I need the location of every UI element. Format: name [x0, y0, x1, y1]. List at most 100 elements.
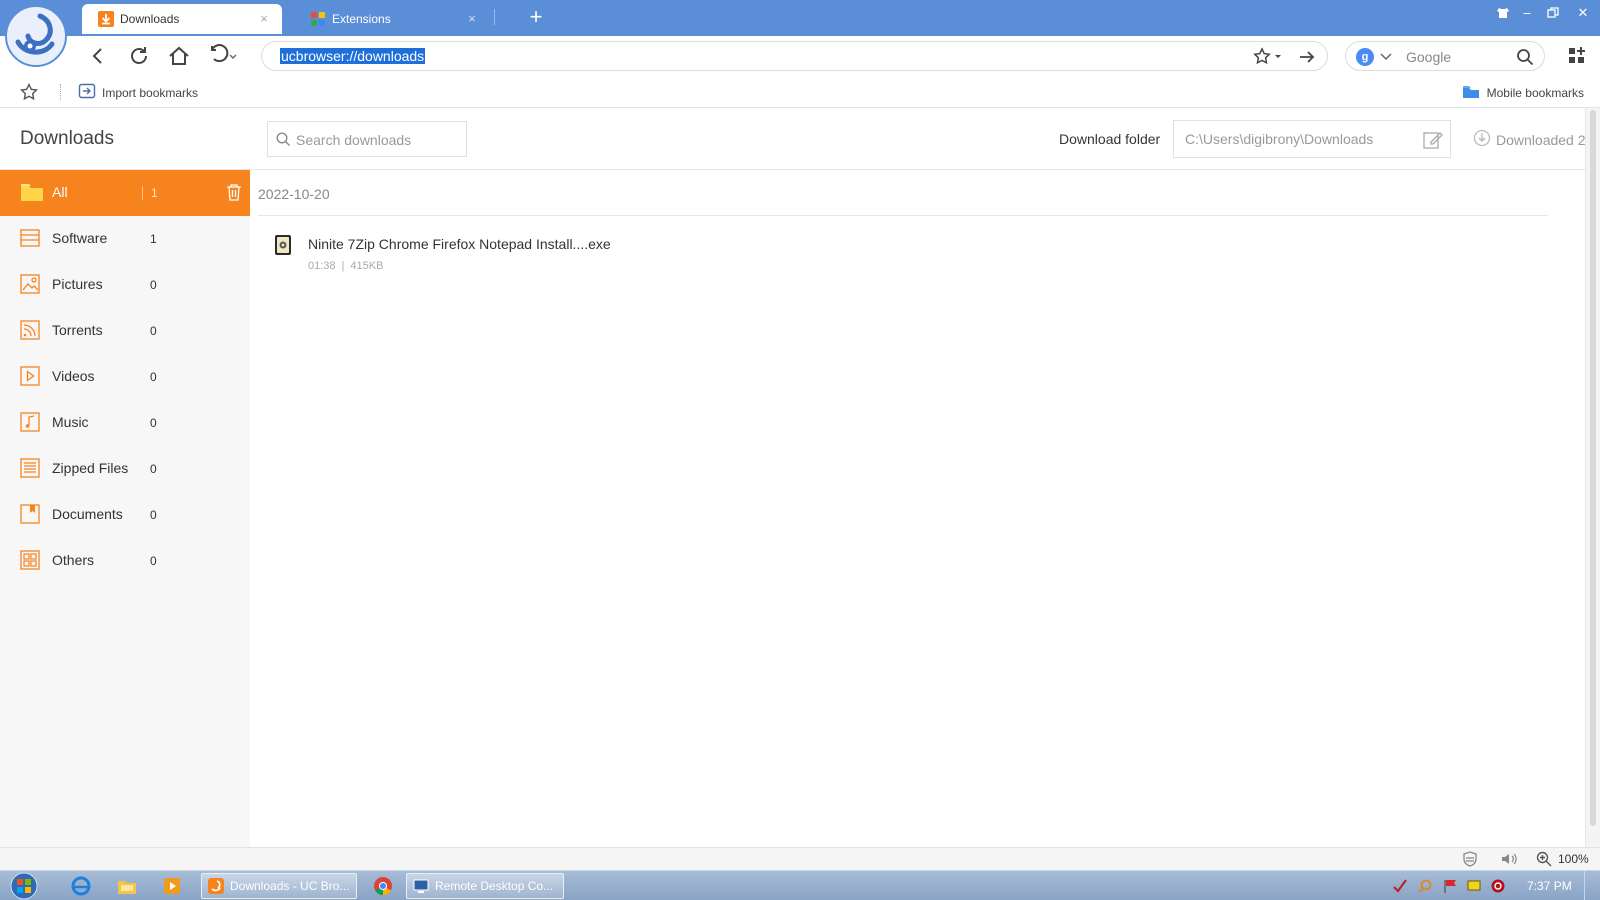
cloud-folder-icon: [1461, 82, 1481, 103]
tab-separator: [494, 9, 495, 25]
sidebar-item-documents[interactable]: Documents 0: [0, 492, 250, 538]
status-bar: 100%: [0, 847, 1600, 870]
address-bar[interactable]: ucbrowser://downloads: [261, 41, 1328, 71]
close-tab-icon[interactable]: ×: [258, 12, 270, 25]
reload-button[interactable]: [127, 44, 151, 68]
download-badge-icon: [1473, 129, 1491, 150]
start-button[interactable]: [6, 871, 42, 900]
tray-power-icon[interactable]: [1490, 878, 1506, 894]
tray-search-icon[interactable]: [1417, 878, 1433, 894]
category-sidebar: All 1 Software 1 Pictures 0 Torrents 0 V…: [0, 170, 250, 847]
import-icon: [78, 82, 96, 103]
zoom-icon[interactable]: [1536, 851, 1552, 867]
sidebar-item-torrents[interactable]: Torrents 0: [0, 308, 250, 354]
category-count: 0: [150, 462, 157, 476]
category-label: Torrents: [52, 322, 103, 338]
uc-browser-logo[interactable]: [4, 4, 68, 68]
apps-grid-icon[interactable]: [1565, 44, 1589, 68]
sidebar-item-pictures[interactable]: Pictures 0: [0, 262, 250, 308]
taskbar-clock[interactable]: 7:37 PM: [1527, 879, 1572, 893]
go-arrow-icon[interactable]: [1297, 47, 1317, 67]
category-label: All: [52, 184, 68, 200]
file-explorer-icon[interactable]: [116, 875, 138, 897]
internet-explorer-icon[interactable]: [70, 875, 92, 897]
category-label: Pictures: [52, 276, 103, 292]
edit-icon[interactable]: [1422, 129, 1444, 151]
sidebar-item-videos[interactable]: Videos 0: [0, 354, 250, 400]
mobile-bookmarks-label: Mobile bookmarks: [1486, 85, 1584, 100]
undo-close-tab-button[interactable]: [208, 44, 240, 68]
tray-flag-icon[interactable]: [1442, 878, 1458, 894]
minimize-button[interactable]: –: [1516, 3, 1538, 23]
bookmark-star-icon[interactable]: [1253, 47, 1285, 67]
zoom-level[interactable]: 100%: [1558, 852, 1589, 866]
search-engine-icon[interactable]: g: [1356, 48, 1374, 66]
shield-icon[interactable]: [1462, 851, 1478, 867]
download-item[interactable]: Ninite 7Zip Chrome Firefox Notepad Insta…: [258, 226, 1548, 282]
show-desktop-button[interactable]: [1584, 871, 1600, 900]
category-count: 1: [142, 186, 158, 200]
download-file-name[interactable]: Ninite 7Zip Chrome Firefox Notepad Insta…: [308, 236, 611, 252]
restore-button[interactable]: [1542, 3, 1564, 23]
tab-label: Extensions: [332, 12, 391, 26]
sidebar-item-all[interactable]: All 1: [0, 170, 250, 216]
video-icon: [20, 366, 40, 386]
download-folder-field[interactable]: C:\Users\digibrony\Downloads: [1173, 120, 1451, 158]
windows-taskbar: Downloads - UC Bro... Remote Desktop Co.…: [0, 870, 1600, 900]
search-downloads-input[interactable]: [296, 130, 461, 150]
taskbar-uc-browser[interactable]: Downloads - UC Bro...: [201, 873, 357, 899]
close-tab-icon[interactable]: ×: [466, 12, 478, 25]
address-url: ucbrowser://downloads: [280, 48, 426, 64]
downloaded-count-label: Downloaded 2: [1496, 131, 1586, 148]
import-bookmarks-label: Import bookmarks: [102, 85, 199, 100]
trash-icon[interactable]: [226, 183, 242, 201]
skin-icon[interactable]: [1492, 3, 1514, 23]
chevron-down-icon[interactable]: [1380, 48, 1392, 69]
close-window-button[interactable]: ✕: [1572, 3, 1594, 23]
mobile-bookmarks-button[interactable]: Mobile bookmarks: [1461, 82, 1584, 103]
downloads-header: Downloads Download folder C:\Users\digib…: [0, 108, 1586, 170]
folder-icon: [20, 182, 43, 202]
scrollbar-thumb[interactable]: [1590, 110, 1596, 826]
sidebar-item-zipped-files[interactable]: Zipped Files 0: [0, 446, 250, 492]
page-title: Downloads: [20, 128, 114, 149]
document-icon: [20, 504, 40, 524]
sidebar-item-music[interactable]: Music 0: [0, 400, 250, 446]
search-icon[interactable]: [1516, 48, 1534, 66]
tab-extensions[interactable]: Extensions ×: [294, 4, 490, 34]
category-count: 0: [150, 324, 157, 338]
category-label: Zipped Files: [52, 460, 129, 476]
category-count: 0: [150, 508, 157, 522]
category-label: Others: [52, 552, 95, 568]
home-button[interactable]: [167, 44, 191, 68]
date-group-header: 2022-10-20: [258, 170, 1548, 216]
download-folder-path: C:\Users\digibrony\Downloads: [1185, 131, 1374, 147]
media-player-icon[interactable]: [161, 875, 183, 897]
navigation-toolbar: ucbrowser://downloads g Google: [0, 36, 1600, 76]
taskbar-remote-desktop[interactable]: Remote Desktop Co...: [406, 873, 564, 899]
search-icon: [276, 132, 291, 147]
search-downloads-field[interactable]: [267, 121, 467, 157]
downloaded-count[interactable]: Downloaded 2: [1473, 129, 1586, 150]
sidebar-item-others[interactable]: Others 0: [0, 538, 250, 584]
volume-icon[interactable]: [1500, 851, 1517, 867]
page-scrollbar[interactable]: [1585, 108, 1600, 847]
address-text[interactable]: ucbrowser://downloads: [280, 48, 426, 64]
category-label: Documents: [52, 506, 123, 522]
uc-browser-icon: [208, 878, 224, 894]
date-group-label: 2022-10-20: [258, 186, 330, 202]
chrome-icon[interactable]: [372, 875, 394, 897]
category-count: 0: [150, 554, 157, 568]
tray-network-icon[interactable]: [1466, 878, 1482, 894]
bookmarks-star-icon[interactable]: [19, 82, 39, 101]
tray-checkmark-icon[interactable]: [1392, 878, 1408, 894]
back-button[interactable]: [86, 44, 110, 68]
installer-file-icon: [274, 234, 292, 256]
sidebar-item-software[interactable]: Software 1: [0, 216, 250, 262]
import-bookmarks-button[interactable]: Import bookmarks: [78, 82, 198, 103]
new-tab-button[interactable]: +: [524, 5, 548, 29]
tab-downloads[interactable]: Downloads ×: [82, 4, 282, 34]
category-label: Videos: [52, 368, 95, 384]
taskbar-task-label: Remote Desktop Co...: [435, 879, 554, 893]
search-box[interactable]: g Google: [1345, 41, 1545, 71]
